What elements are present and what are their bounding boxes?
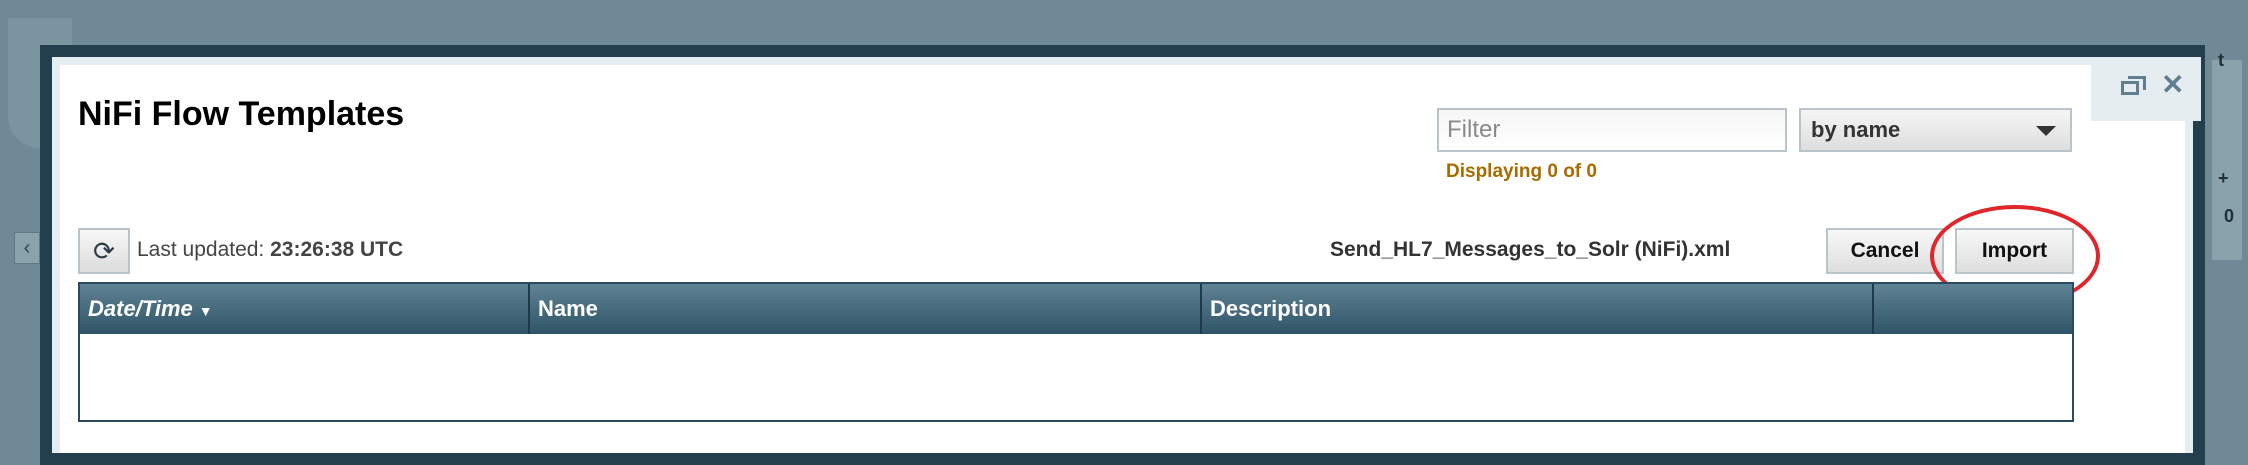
restore-window-icon[interactable] bbox=[2121, 76, 2146, 95]
chevron-down-icon bbox=[2036, 126, 2056, 136]
column-label: Name bbox=[538, 296, 598, 321]
background-badge: t bbox=[2218, 50, 2224, 70]
column-label: Date/Time bbox=[88, 296, 193, 321]
table-header: Date/Time ▼ Name Description bbox=[80, 284, 2072, 334]
refresh-button[interactable]: ⟳ bbox=[78, 228, 130, 274]
back-arrow-icon[interactable]: ‹ bbox=[14, 232, 40, 264]
filter-input[interactable] bbox=[1437, 108, 1787, 152]
background-toolbar-right: t + 0 bbox=[2212, 50, 2242, 260]
column-label: Description bbox=[1210, 296, 1332, 321]
last-updated-label: Last updated: bbox=[137, 238, 265, 261]
sort-down-icon: ▼ bbox=[198, 303, 213, 319]
templates-table: Date/Time ▼ Name Description bbox=[78, 282, 2074, 422]
column-header-description[interactable]: Description bbox=[1202, 284, 1874, 334]
window-controls: ✕ bbox=[2091, 57, 2201, 121]
column-header-name[interactable]: Name bbox=[530, 284, 1202, 334]
column-header-actions bbox=[1874, 284, 2072, 334]
selected-file-name: Send_HL7_Messages_to_Solr (NiFi).xml bbox=[1330, 238, 1731, 261]
last-updated: Last updated: 23:26:38 UTC bbox=[137, 238, 403, 262]
filter-type-value: by name bbox=[1811, 117, 1901, 142]
background-badge: 0 bbox=[2224, 206, 2235, 226]
column-header-datetime[interactable]: Date/Time ▼ bbox=[80, 284, 530, 334]
last-updated-time: 23:26:38 UTC bbox=[270, 238, 404, 261]
filter-type-select[interactable]: by name bbox=[1799, 108, 2072, 152]
page-title: NiFi Flow Templates bbox=[78, 95, 405, 133]
background-badge: + bbox=[2218, 168, 2229, 188]
refresh-icon: ⟳ bbox=[93, 236, 115, 266]
cancel-button[interactable]: Cancel bbox=[1826, 228, 1944, 274]
close-icon[interactable]: ✕ bbox=[2161, 71, 2184, 99]
displaying-count: Displaying 0 of 0 bbox=[1446, 161, 1597, 182]
